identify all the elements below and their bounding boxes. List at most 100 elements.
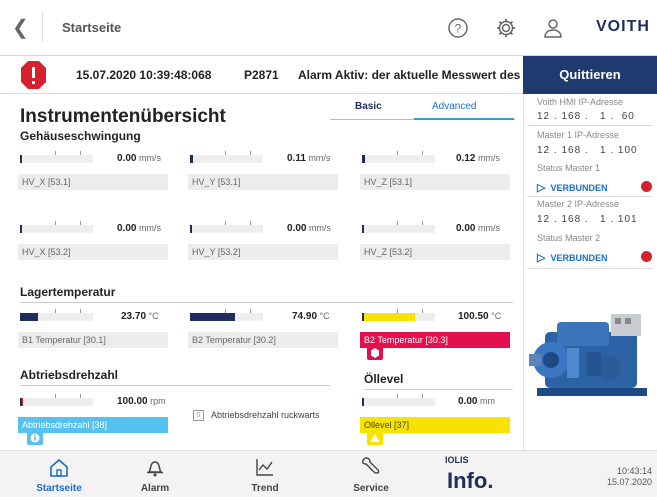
home-icon <box>50 458 68 477</box>
clock-date: 15.07.2020 <box>606 477 652 487</box>
divider <box>42 12 43 42</box>
gear-icon[interactable] <box>494 16 518 40</box>
temperature-gauge-unit: °C <box>146 311 159 321</box>
gauge-tick <box>422 151 424 155</box>
vibration-gauge-number: 0.00 <box>117 153 137 164</box>
gauge-tick <box>54 151 56 155</box>
temperature-gauge-number: 100.50 <box>458 311 489 322</box>
gauge-tick <box>250 309 252 313</box>
vibration-section-title: Gehäuseschwingung <box>20 129 141 143</box>
master1-status-value: VERBUNDEN <box>550 183 608 193</box>
speed-gauge-value: 100.00 rpm <box>117 396 166 407</box>
alarm-hexagon-icon[interactable] <box>367 346 383 360</box>
nav-alarm[interactable]: Alarm <box>102 450 208 497</box>
gauge-tick <box>80 151 82 155</box>
temperature-gauge-fill <box>192 313 235 321</box>
temperature-gauge-fill <box>364 313 416 321</box>
alarm-message: Alarm Aktiv: der aktuelle Messwert des <box>298 68 521 82</box>
acknowledge-button[interactable]: Quittieren <box>523 56 657 94</box>
vibration-gauge-number: 0.00 <box>117 223 137 234</box>
vibration-gauge-value: 0.11 mm/s <box>287 153 330 164</box>
nav-home[interactable]: Startseite <box>6 450 112 497</box>
vibration-gauge-bar <box>190 221 263 233</box>
temperature-gauge-value: 100.50 °C <box>458 311 501 322</box>
temperature-gauge-unit: °C <box>317 311 330 321</box>
gauge-tick <box>422 394 424 398</box>
gearbox-machine-image <box>527 300 653 410</box>
temperature-gauge-value: 23.70 °C <box>121 311 159 322</box>
vibration-gauge-unit: mm/s <box>136 153 161 163</box>
warning-icon[interactable] <box>367 431 383 445</box>
vibration-gauge-unit: mm/s <box>305 153 331 163</box>
master1-ip-value: 12 . 168 . 1 . 100 <box>537 145 638 156</box>
master2-ip-value: 12 . 168 . 1 . 101 <box>537 214 638 225</box>
bell-icon <box>147 461 163 477</box>
gauge-tick <box>396 151 398 155</box>
oil-gauge-unit: mm <box>477 396 495 406</box>
vibration-gauge-bar <box>20 221 93 233</box>
user-icon[interactable] <box>541 16 565 40</box>
vibration-gauge-unit: mm/s <box>475 223 500 233</box>
gauge-tick <box>396 394 398 398</box>
help-icon[interactable]: ? <box>446 16 470 40</box>
master1-status: ▷ VERBUNDEN <box>537 181 608 194</box>
breadcrumb[interactable]: Startseite <box>62 20 121 35</box>
master1-status-label: Status Master 1 <box>537 163 601 173</box>
divider <box>527 196 653 197</box>
active-tab-indicator <box>414 118 514 120</box>
iolis-label: IOLIS <box>445 455 469 465</box>
master1-ip-label: Master 1 IP-Adresse <box>537 130 620 140</box>
divider <box>364 389 513 390</box>
vibration-gauge-bar <box>362 151 435 163</box>
alarm-octagon-icon <box>20 60 47 90</box>
oil-section-title: Öllevel <box>364 372 404 386</box>
temperature-gauge-number: 74.90 <box>292 311 318 322</box>
vibration-gauge-value: 0.12 mm/s <box>456 153 500 164</box>
nav-service[interactable]: Service <box>318 450 424 497</box>
gauge-tick <box>224 221 226 225</box>
vibration-gauge-label: HV_X [53.1] <box>18 174 168 190</box>
temperature-gauge-number: 23.70 <box>121 311 147 322</box>
vibration-gauge-bar <box>362 221 435 233</box>
gauge-tick <box>224 151 226 155</box>
oil-gauge-number: 0.00 <box>458 396 478 407</box>
gauge-tick <box>422 221 424 225</box>
nav-home-label: Startseite <box>36 483 82 494</box>
oil-gauge-value: 0.00 mm <box>458 396 495 407</box>
vibration-gauge-value: 0.00 mm/s <box>117 153 161 164</box>
alarm-code: P2871 <box>244 68 279 82</box>
vibration-gauge-unit: mm/s <box>306 223 331 233</box>
speed-gauge-fill <box>22 398 24 406</box>
master2-status-label: Status Master 2 <box>537 233 601 243</box>
trend-chart-icon <box>256 459 273 476</box>
vibration-gauge-number: 0.00 <box>287 223 307 234</box>
vibration-gauge-label: HV_Z [53.1] <box>360 174 510 190</box>
gauge-tick <box>422 309 424 313</box>
divider <box>527 268 653 269</box>
tab-advanced[interactable]: Advanced <box>432 101 476 112</box>
vibration-gauge-value: 0.00 mm/s <box>117 223 161 234</box>
back-arrow-icon[interactable]: ❮ <box>12 16 32 40</box>
clock: 10:43:14 15.07.2020 <box>590 466 652 488</box>
gauge-tick <box>224 309 226 313</box>
vibration-gauge-value: 0.00 mm/s <box>287 223 331 234</box>
oil-gauge-bar <box>362 394 435 406</box>
reverse-checkbox[interactable]: 0 <box>193 410 204 421</box>
info-icon[interactable] <box>27 431 43 445</box>
vibration-gauge-unit: mm/s <box>475 153 500 163</box>
vibration-gauge-label: HV_Z [53.2] <box>360 244 510 260</box>
master2-status: ▷ VERBUNDEN <box>537 251 608 264</box>
vibration-gauge-number: 0.11 <box>287 153 306 164</box>
gauge-tick <box>54 394 56 398</box>
speed-section-title: Abtriebsdrehzahl <box>20 368 119 382</box>
divider <box>20 385 330 386</box>
gauge-tick <box>80 221 82 225</box>
status-indicator <box>641 251 652 262</box>
tab-basic[interactable]: Basic <box>355 101 382 112</box>
temperature-gauge-bar <box>190 309 263 321</box>
wrench-icon <box>362 457 380 474</box>
temperature-gauge-bar <box>20 309 93 321</box>
info-button[interactable]: Info. <box>447 468 493 494</box>
nav-trend[interactable]: Trend <box>212 450 318 497</box>
gauge-tick <box>396 309 398 313</box>
